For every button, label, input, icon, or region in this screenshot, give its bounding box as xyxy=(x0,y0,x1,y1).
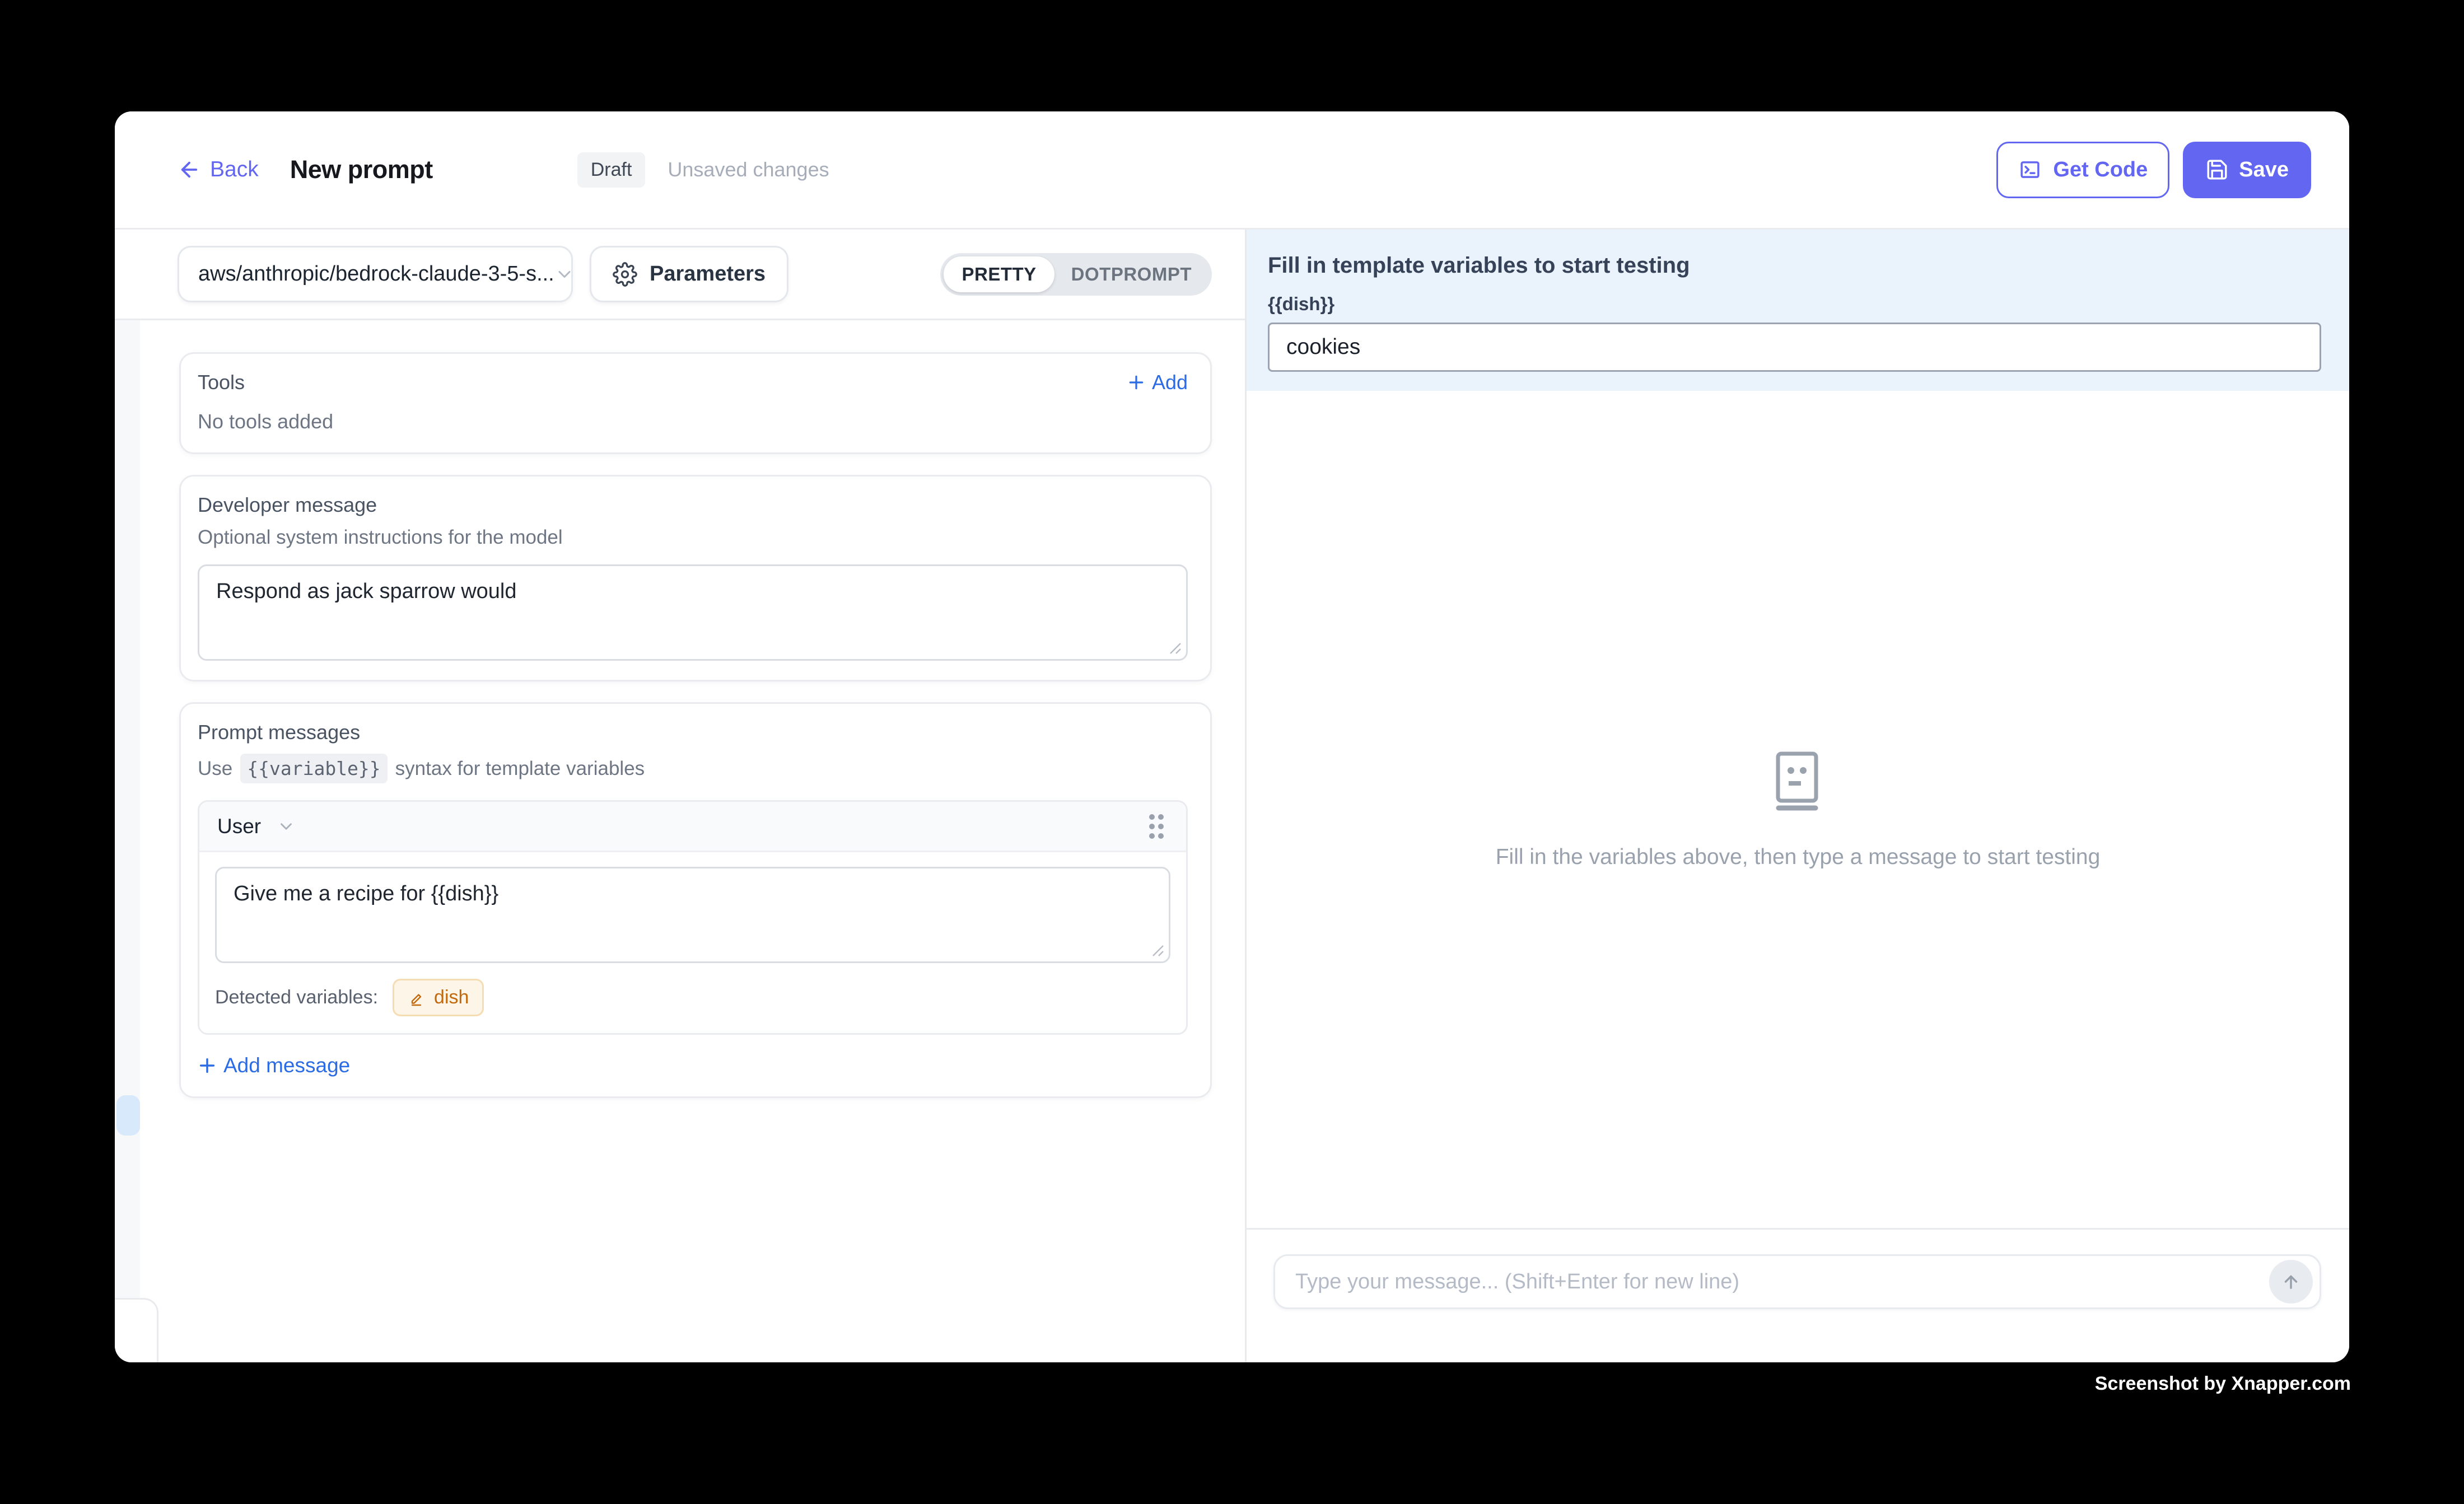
template-variables-panel: Fill in template variables to start test… xyxy=(1247,230,2349,391)
get-code-label: Get Code xyxy=(2053,158,2148,182)
chat-message-input[interactable] xyxy=(1295,1270,2269,1294)
developer-message-input[interactable]: Respond as jack sparrow would xyxy=(198,564,1188,661)
chat-input-bar xyxy=(1247,1228,2349,1362)
pencil-icon xyxy=(408,989,426,1007)
prompt-messages-title: Prompt messages xyxy=(198,721,1188,744)
add-tool-button[interactable]: Add xyxy=(1127,371,1188,394)
sidebar-remnant xyxy=(115,320,140,1362)
variable-token: {{variable}} xyxy=(240,754,387,783)
add-message-label: Add message xyxy=(223,1054,350,1077)
editor-content: Tools Add No tools added Developer messa… xyxy=(115,320,1245,1362)
role-value: User xyxy=(217,815,261,838)
plus-icon xyxy=(1127,373,1145,391)
get-code-button[interactable]: Get Code xyxy=(1996,142,2169,198)
window-body: aws/anthropic/bedrock-claude-3-5-s... Pa… xyxy=(115,230,2349,1362)
status-badge: Draft xyxy=(577,152,646,188)
developer-message-subtitle: Optional system instructions for the mod… xyxy=(198,526,1188,549)
toggle-pretty[interactable]: PRETTY xyxy=(944,256,1054,292)
tools-card: Tools Add No tools added xyxy=(179,352,1212,454)
role-selector[interactable]: User xyxy=(217,815,296,838)
model-selector-value: aws/anthropic/bedrock-claude-3-5-s... xyxy=(198,262,554,286)
hint-suffix: syntax for template variables xyxy=(395,758,645,780)
robot-face-icon xyxy=(1771,750,1825,812)
app-window: Back New prompt Draft Unsaved changes Ge… xyxy=(115,111,2349,1362)
chevron-down-icon xyxy=(554,264,575,284)
no-tools-text: No tools added xyxy=(198,410,1188,433)
user-message-input[interactable]: Give me a recipe for {{dish}} xyxy=(215,867,1170,963)
arrow-up-icon xyxy=(2280,1271,2302,1292)
test-pane: Fill in template variables to start test… xyxy=(1245,230,2349,1362)
message-block: User Give me a recipe for {{ xyxy=(198,800,1188,1035)
corner-panel xyxy=(115,1298,158,1362)
view-mode-toggle: PRETTY DOTPROMPT xyxy=(940,253,1212,296)
empty-state-text: Fill in the variables above, then type a… xyxy=(1496,845,2101,870)
prompt-editor-pane: aws/anthropic/bedrock-claude-3-5-s... Pa… xyxy=(115,230,1245,1362)
resize-handle[interactable] xyxy=(1150,943,1165,957)
hint-prefix: Use xyxy=(198,758,232,780)
tools-title: Tools xyxy=(198,371,245,394)
add-tool-label: Add xyxy=(1152,371,1188,394)
editor-toolbar: aws/anthropic/bedrock-claude-3-5-s... Pa… xyxy=(115,230,1245,320)
unsaved-changes-text: Unsaved changes xyxy=(668,158,829,181)
gear-icon xyxy=(613,262,637,287)
watermark-text: Screenshot by Xnapper.com xyxy=(2095,1373,2351,1395)
model-selector[interactable]: aws/anthropic/bedrock-claude-3-5-s... xyxy=(178,246,573,302)
toggle-dotprompt[interactable]: DOTPROMPT xyxy=(1054,256,1208,292)
parameters-label: Parameters xyxy=(650,262,766,286)
page-title: New prompt xyxy=(290,155,433,184)
save-button[interactable]: Save xyxy=(2183,142,2311,198)
back-button[interactable]: Back xyxy=(178,157,259,182)
save-icon xyxy=(2205,158,2229,181)
developer-message-card: Developer message Optional system instru… xyxy=(179,475,1212,681)
drag-handle-icon[interactable] xyxy=(1145,810,1168,843)
test-panel-title: Fill in template variables to start test… xyxy=(1268,253,2321,278)
save-label: Save xyxy=(2239,158,2289,182)
detected-variables-row: Detected variables: dish xyxy=(215,979,1170,1016)
variable-badge-label: dish xyxy=(434,987,469,1008)
variable-syntax-hint: Use {{variable}} syntax for template var… xyxy=(198,754,1188,783)
terminal-icon xyxy=(2018,158,2042,181)
header: Back New prompt Draft Unsaved changes Ge… xyxy=(115,111,2349,230)
detected-variables-label: Detected variables: xyxy=(215,987,378,1008)
plus-icon xyxy=(198,1056,217,1075)
parameters-button[interactable]: Parameters xyxy=(590,246,788,302)
message-header: User xyxy=(199,802,1186,852)
prompt-messages-card: Prompt messages Use {{variable}} syntax … xyxy=(179,702,1212,1098)
chat-inputbox xyxy=(1273,1254,2321,1309)
developer-message-title: Developer message xyxy=(198,493,1188,517)
chevron-down-icon xyxy=(277,817,296,836)
resize-handle[interactable] xyxy=(1168,641,1182,655)
chat-empty-state: Fill in the variables above, then type a… xyxy=(1247,391,2349,1228)
arrow-left-icon xyxy=(178,158,201,181)
dish-variable-input[interactable] xyxy=(1268,323,2321,372)
sidebar-active-item[interactable] xyxy=(116,1095,140,1136)
dish-variable-label: {{dish}} xyxy=(1268,293,2321,315)
variable-badge-dish[interactable]: dish xyxy=(393,979,484,1016)
send-button[interactable] xyxy=(2269,1260,2313,1304)
back-label: Back xyxy=(210,157,259,182)
add-message-button[interactable]: Add message xyxy=(198,1054,1188,1077)
message-body: Give me a recipe for {{dish}} Detected v… xyxy=(199,852,1186,1033)
